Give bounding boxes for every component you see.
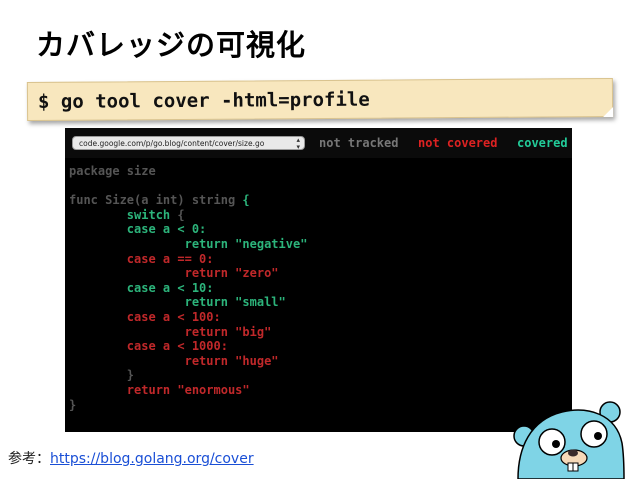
select-arrows-icon: ▴ ▾ [296, 136, 300, 150]
command-note: $ go tool cover -html=profile [26, 77, 614, 122]
code-segment-not-tracked: package size [69, 164, 156, 178]
code-segment-not-covered: return "big" [184, 324, 272, 339]
code-segment-not-tracked [69, 310, 127, 324]
code-segment-not-tracked [69, 208, 127, 222]
command-text: $ go tool cover -html=profile [37, 88, 370, 113]
code-line: case a == 0: [69, 252, 307, 267]
code-segment-not-tracked [69, 222, 127, 236]
code-segment-not-covered: case a < 100: [126, 309, 221, 324]
code-segment-not-tracked [69, 295, 185, 309]
code-line: case a < 1000: [69, 339, 307, 354]
reference-label: 参考： [8, 451, 50, 467]
coverage-viewer: code.google.com/p/go.blog/content/cover/… [65, 128, 572, 432]
code-line: } [69, 368, 307, 383]
code-segment-not-tracked: func Size(a int) string [69, 193, 243, 208]
code-segment-covered: { [242, 193, 250, 208]
code-segment-covered: return "negative" [184, 236, 308, 251]
code-line: func Size(a int) string { [69, 193, 307, 208]
viewer-topbar: code.google.com/p/go.blog/content/cover/… [65, 128, 572, 158]
code-line: } [69, 398, 307, 413]
code-line: switch { [69, 208, 307, 223]
code-segment-not-tracked [69, 339, 127, 353]
code-segment-not-tracked [69, 252, 127, 266]
code-segment-not-tracked [69, 325, 185, 339]
source-code: package size func Size(a int) string { sw… [69, 164, 307, 412]
reference-link[interactable]: https://blog.golang.org/cover [50, 451, 254, 467]
code-segment-covered: switch [126, 207, 171, 222]
code-line: return "huge" [69, 354, 307, 369]
code-line: return "negative" [69, 236, 308, 252]
code-segment-not-covered: return "enormous" [126, 382, 250, 397]
code-segment-not-covered: return "zero" [184, 266, 279, 281]
code-segment-covered: return "small" [184, 295, 286, 310]
code-line: case a < 10: [69, 281, 307, 296]
code-segment-not-tracked: } [69, 397, 77, 412]
go-gopher-icon [513, 401, 625, 479]
code-segment-not-covered: return "huge" [184, 353, 279, 368]
code-segment-not-tracked [69, 354, 185, 368]
code-segment-not-tracked: { [170, 207, 185, 222]
code-segment-not-tracked: } [69, 368, 135, 383]
code-line: return "zero" [69, 266, 307, 281]
code-line: case a < 100: [69, 310, 307, 325]
file-select[interactable]: code.google.com/p/go.blog/content/cover/… [72, 136, 305, 150]
code-segment-not-tracked [69, 266, 185, 280]
code-line: case a < 0: [69, 222, 307, 237]
legend-not-tracked: not tracked [319, 136, 399, 150]
code-line: return "enormous" [69, 383, 307, 398]
code-segment-not-tracked [69, 237, 185, 251]
code-segment-not-covered: case a < 1000: [126, 339, 228, 354]
file-select-value: code.google.com/p/go.blog/content/cover/… [79, 139, 265, 148]
code-line: return "big" [69, 325, 307, 340]
slide-title: カバレッジの可視化 [36, 28, 307, 62]
code-segment-not-covered: case a == 0: [126, 251, 214, 266]
code-line: return "small" [69, 295, 307, 310]
code-line: package size [69, 164, 307, 179]
reference-footer: 参考：https://blog.golang.org/cover [8, 448, 254, 468]
legend-not-covered: not covered [418, 136, 498, 150]
code-segment-covered: case a < 0: [126, 222, 207, 237]
code-segment-not-tracked [69, 281, 127, 295]
legend-covered: covered [517, 136, 568, 150]
code-segment-not-tracked [69, 383, 127, 397]
code-segment-covered: case a < 10: [126, 280, 214, 295]
